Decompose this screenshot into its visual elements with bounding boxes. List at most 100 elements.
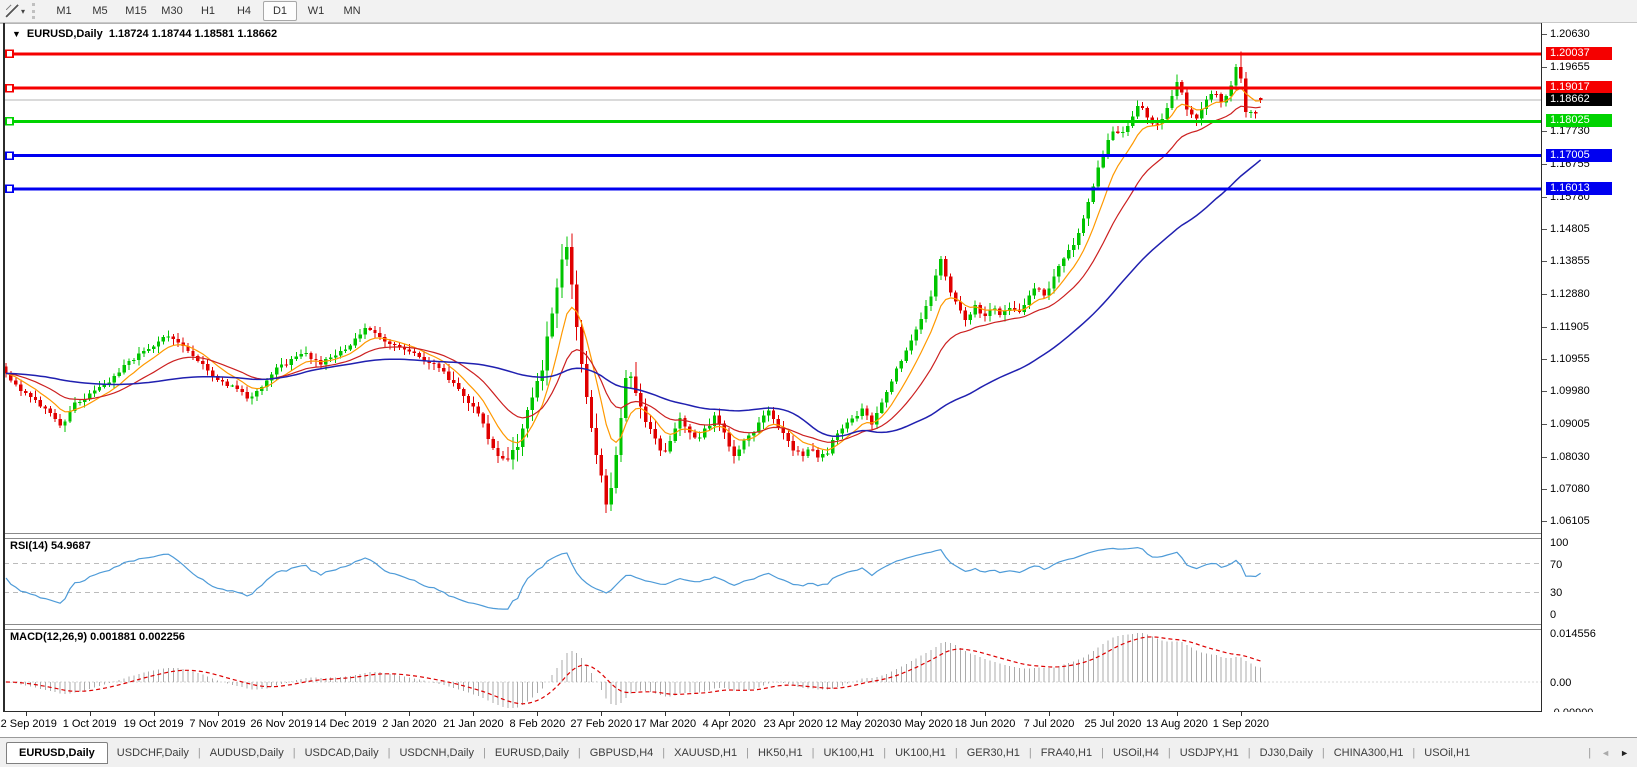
rsi-name: RSI(14)	[10, 540, 48, 552]
price-tick-label: 1.06105	[1550, 515, 1590, 527]
chart-tab-hk50-h1[interactable]: HK50,H1	[749, 743, 812, 763]
rsi-axis-label: 100	[1550, 537, 1568, 549]
chart-tab-uk100-h1[interactable]: UK100,H1	[814, 743, 883, 763]
ohlc-high: 1.18744	[152, 28, 192, 40]
date-tick-mark	[857, 712, 858, 716]
timeframe-button-m5[interactable]: M5	[83, 1, 117, 21]
line-studies-icon[interactable]: ▾	[0, 1, 30, 21]
macd-indicator-label: MACD(12,26,9) 0.001881 0.002256	[10, 631, 185, 643]
timeframe-buttons: M1M5M15M30H1H4D1W1MN	[46, 1, 370, 21]
price-tick-mark	[1542, 34, 1547, 35]
tab-scroll-arrows: | ◄ ►	[1588, 747, 1637, 759]
price-tick-label: 1.14805	[1550, 223, 1590, 235]
date-tick-mark	[793, 712, 794, 716]
ohlc-open: 1.18724	[109, 28, 149, 40]
level-price-badge: 1.17005	[1546, 149, 1612, 162]
ohlc-low: 1.18581	[195, 28, 235, 40]
date-tick-mark	[665, 712, 666, 716]
price-tick-label: 1.07080	[1550, 483, 1590, 495]
date-tick-mark	[154, 712, 155, 716]
chart-tab-usdcnh-daily[interactable]: USDCNH,Daily	[390, 743, 483, 763]
chart-window: ▼EURUSD,Daily 1.18724 1.18744 1.18581 1.…	[0, 23, 1637, 737]
price-tick-label: 1.09005	[1550, 418, 1590, 430]
crosshair-tool-icon	[5, 4, 19, 18]
date-tick-mark	[218, 712, 219, 716]
price-chart-canvas[interactable]	[4, 24, 1541, 533]
chevron-down-icon: ▾	[21, 7, 25, 16]
tab-scroll-left-icon[interactable]: ◄	[1601, 748, 1610, 758]
date-axis: 12 Sep 20191 Oct 201919 Oct 20197 Nov 20…	[0, 712, 1637, 737]
date-axis-label: 1 Sep 2020	[1196, 718, 1286, 730]
rsi-axis-label: 0	[1550, 609, 1556, 621]
current-price-badge: 1.18662	[1546, 93, 1612, 106]
macd-name: MACD(12,26,9)	[10, 631, 87, 643]
date-tick-mark	[90, 712, 91, 716]
date-tick-mark	[1049, 712, 1050, 716]
macd-pane-canvas[interactable]	[4, 628, 1541, 712]
chart-tab-fra40-h1[interactable]: FRA40,H1	[1032, 743, 1101, 763]
date-tick-mark	[409, 712, 410, 716]
timeframe-button-m1[interactable]: M1	[47, 1, 81, 21]
rsi-indicator-label: RSI(14) 54.9687	[10, 540, 91, 552]
date-tick-mark	[282, 712, 283, 716]
chart-tab-eurusd-daily[interactable]: EURUSD,Daily	[6, 742, 108, 764]
price-tick-label: 1.12880	[1550, 288, 1590, 300]
price-tick-label: 1.09980	[1550, 385, 1590, 397]
timeframe-button-h1[interactable]: H1	[191, 1, 225, 21]
price-tick-mark	[1542, 164, 1547, 165]
chart-tab-usdjpy-h1[interactable]: USDJPY,H1	[1171, 743, 1248, 763]
rsi-axis-label: 70	[1550, 559, 1562, 571]
rsi-pane-canvas[interactable]	[4, 537, 1541, 624]
price-tick-mark	[1542, 67, 1547, 68]
timeframe-button-h4[interactable]: H4	[227, 1, 261, 21]
chart-tab-usoil-h1[interactable]: USOil,H1	[1415, 743, 1479, 763]
chart-tab-dj30-daily[interactable]: DJ30,Daily	[1251, 743, 1322, 763]
timeframe-button-w1[interactable]: W1	[299, 1, 333, 21]
price-tick-mark	[1542, 294, 1547, 295]
price-tick-mark	[1542, 424, 1547, 425]
chart-tab-usoil-h4[interactable]: USOil,H4	[1104, 743, 1168, 763]
price-tick-mark	[1542, 391, 1547, 392]
price-tick-mark	[1542, 489, 1547, 490]
tab-scroll-right-icon[interactable]: ►	[1620, 748, 1629, 758]
date-tick-mark	[26, 712, 27, 716]
chart-tab-xauusd-h1[interactable]: XAUUSD,H1	[665, 743, 746, 763]
price-tick-mark	[1542, 229, 1547, 230]
period-toolbar: ▾ M1M5M15M30H1H4D1W1MN	[0, 0, 1637, 23]
macd-main-value: 0.001881	[90, 631, 136, 643]
timeframe-button-mn[interactable]: MN	[335, 1, 369, 21]
chart-tab-china300-h1[interactable]: CHINA300,H1	[1325, 743, 1413, 763]
date-tick-mark	[601, 712, 602, 716]
date-tick-mark	[537, 712, 538, 716]
timeframe-button-d1[interactable]: D1	[263, 1, 297, 21]
chart-tab-usdchf-daily[interactable]: USDCHF,Daily	[108, 743, 198, 763]
date-tick-mark	[921, 712, 922, 716]
chart-tab-audusd-daily[interactable]: AUDUSD,Daily	[201, 743, 293, 763]
date-tick-mark	[985, 712, 986, 716]
macd-axis-label: 0.014556	[1550, 628, 1596, 640]
price-tick-label: 1.10955	[1550, 353, 1590, 365]
chart-tabs: EURUSD,DailyUSDCHF,Daily | AUDUSD,Daily …	[0, 742, 1479, 764]
trading-terminal: { "toolbar": { "line_tool_caret": "▾", "…	[0, 0, 1637, 767]
ohlc-close: 1.18662	[237, 28, 277, 40]
chart-tab-uk100-h1[interactable]: UK100,H1	[886, 743, 955, 763]
timeframe-button-m30[interactable]: M30	[155, 1, 189, 21]
macd-axis-label: 0.00	[1550, 677, 1571, 689]
timeframe-button-m15[interactable]: M15	[119, 1, 153, 21]
chart-title: ▼EURUSD,Daily 1.18724 1.18744 1.18581 1.…	[12, 28, 277, 40]
symbol-dropdown-icon[interactable]: ▼	[12, 29, 21, 39]
date-tick-mark	[1113, 712, 1114, 716]
chart-tab-gbpusd-h4[interactable]: GBPUSD,H4	[581, 743, 663, 763]
level-price-badge: 1.16013	[1546, 182, 1612, 195]
chart-tab-ger30-h1[interactable]: GER30,H1	[958, 743, 1029, 763]
price-tick-mark	[1542, 261, 1547, 262]
date-tick-mark	[345, 712, 346, 716]
rsi-current-value: 54.9687	[51, 540, 91, 552]
price-tick-mark	[1542, 327, 1547, 328]
date-tick-mark	[473, 712, 474, 716]
price-tick-mark	[1542, 131, 1547, 132]
price-tick-label: 1.11905	[1550, 321, 1589, 333]
chart-tab-usdcad-daily[interactable]: USDCAD,Daily	[296, 743, 388, 763]
chart-tabbar: EURUSD,DailyUSDCHF,Daily | AUDUSD,Daily …	[0, 738, 1637, 767]
chart-tab-eurusd-daily[interactable]: EURUSD,Daily	[486, 743, 578, 763]
